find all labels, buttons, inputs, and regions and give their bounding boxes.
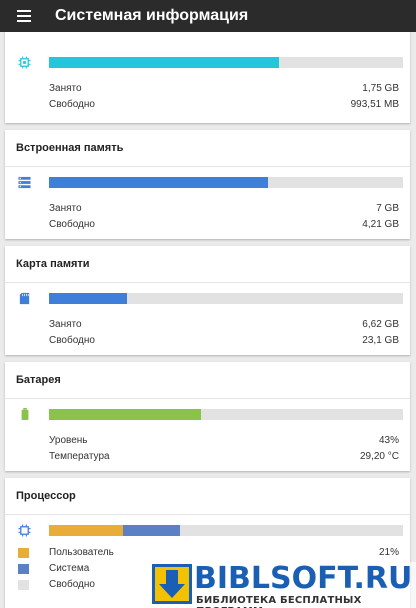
chip-icon bbox=[18, 56, 31, 69]
storage-icon bbox=[18, 176, 31, 189]
sd-free-value: 23,1 GB bbox=[362, 335, 399, 346]
ram-card: Занято 1,75 GB Свободно 993,51 MB bbox=[5, 26, 410, 123]
battery-level-fill bbox=[49, 409, 202, 420]
cpu-system-label: Система bbox=[49, 563, 90, 574]
internal-used-row: Занято 7 GB bbox=[5, 201, 410, 217]
watermark-title: BIBLSOFT.RU bbox=[194, 561, 413, 596]
ram-free-value: 993,51 MB bbox=[350, 99, 399, 110]
ram-used-label: Занято bbox=[49, 83, 82, 94]
cpu-icon bbox=[18, 524, 31, 537]
app-bar: Системная информация bbox=[0, 0, 416, 32]
internal-usage-fill bbox=[49, 177, 269, 188]
sd-used-row: Занято 6,62 GB bbox=[5, 317, 410, 333]
sd-free-row: Свободно 23,1 GB bbox=[5, 333, 410, 349]
cpu-user-value: 21% bbox=[378, 547, 399, 558]
watermark-subtitle: БИБЛИОТЕКА БЕСПЛАТНЫХ ПРОГРАММ bbox=[196, 595, 362, 608]
sd-card-icon bbox=[19, 292, 30, 305]
user-swatch bbox=[18, 548, 29, 558]
internal-free-row: Свободно 4,21 GB bbox=[5, 217, 410, 233]
battery-level-stat: Уровень 43% bbox=[5, 433, 410, 449]
battery-temp-label: Температура bbox=[49, 451, 110, 462]
battery-temp-row: Температура 29,20 °C bbox=[5, 449, 410, 465]
internal-free-label: Свободно bbox=[49, 219, 95, 230]
cpu-title: Процессор bbox=[5, 478, 410, 515]
cpu-system-fill bbox=[123, 525, 180, 536]
ram-used-row: Занято 1,75 GB bbox=[5, 81, 410, 97]
internal-free-value: 4,21 GB bbox=[362, 219, 399, 230]
cpu-user-label: Пользователь bbox=[49, 547, 114, 558]
ram-usage-fill bbox=[49, 57, 280, 68]
cpu-usage-row bbox=[5, 515, 410, 545]
sd-used-value: 6,62 GB bbox=[362, 319, 399, 330]
download-logo-icon bbox=[152, 564, 192, 604]
sd-usage-bar bbox=[49, 293, 403, 304]
battery-title: Батарея bbox=[5, 362, 410, 399]
ram-used-value: 1,75 GB bbox=[362, 83, 399, 94]
cpu-user-fill bbox=[49, 525, 124, 536]
free-swatch bbox=[18, 580, 29, 590]
sd-free-label: Свободно bbox=[49, 335, 95, 346]
ram-free-row: Свободно 993,51 MB bbox=[5, 97, 410, 113]
cpu-usage-bar bbox=[49, 525, 403, 536]
hamburger-menu-icon[interactable] bbox=[0, 0, 44, 32]
system-swatch bbox=[18, 564, 29, 574]
battery-level-bar bbox=[49, 409, 403, 420]
ram-usage-row bbox=[5, 47, 410, 81]
sd-usage-row bbox=[5, 283, 410, 317]
internal-storage-title: Встроенная память bbox=[5, 130, 410, 167]
page-title: Системная информация bbox=[55, 7, 249, 24]
internal-used-label: Занято bbox=[49, 203, 82, 214]
sd-usage-fill bbox=[49, 293, 127, 304]
battery-level-value: 43% bbox=[378, 435, 399, 446]
ram-usage-bar bbox=[49, 57, 403, 68]
sd-used-label: Занято bbox=[49, 319, 82, 330]
ram-free-label: Свободно bbox=[49, 99, 95, 110]
battery-card: Батарея Уровень 43% Температура 29,20 °C bbox=[5, 362, 410, 471]
internal-storage-card: Встроенная память Занято 7 GB Свободно 4… bbox=[5, 130, 410, 239]
battery-level-label: Уровень bbox=[49, 435, 88, 446]
internal-used-value: 7 GB bbox=[376, 203, 399, 214]
sd-card-title: Карта памяти bbox=[5, 246, 410, 283]
cpu-legend-user: Пользователь 21% bbox=[5, 545, 410, 561]
internal-usage-row bbox=[5, 167, 410, 201]
internal-usage-bar bbox=[49, 177, 403, 188]
battery-temp-value: 29,20 °C bbox=[359, 451, 399, 462]
battery-level-row bbox=[5, 399, 410, 433]
battery-icon bbox=[21, 408, 29, 420]
cpu-free-label: Свободно bbox=[49, 579, 95, 590]
sd-card-card: Карта памяти Занято 6,62 GB Свободно 23,… bbox=[5, 246, 410, 355]
watermark: BIBLSOFT.RU БИБЛИОТЕКА БЕСПЛАТНЫХ ПРОГРА… bbox=[150, 562, 416, 608]
